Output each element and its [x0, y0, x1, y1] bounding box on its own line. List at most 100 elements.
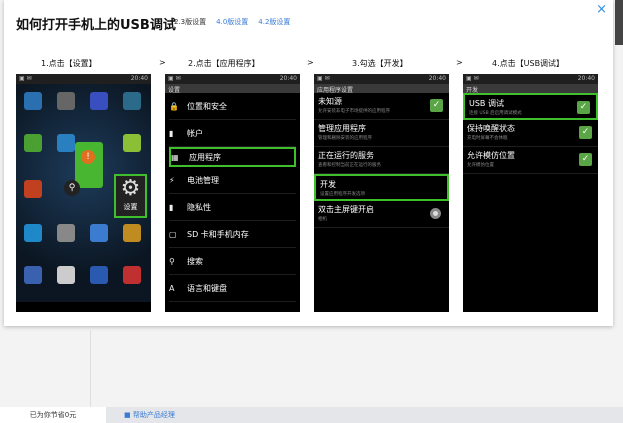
- savings-text: 已为你节省0元: [0, 407, 106, 423]
- settings-item[interactable]: ⚡ 电池管理: [169, 167, 296, 194]
- settings-item-label: 语言和键盘: [187, 283, 227, 293]
- settings-item-label: 电池管理: [187, 175, 219, 185]
- option-desc: 设置应用程序开发选项: [320, 192, 365, 197]
- settings-item-label: 位置和安全: [187, 101, 227, 111]
- checkbox[interactable]: ✓: [579, 153, 592, 166]
- option-desc: 查看和控制当前正在运行的服务: [318, 163, 381, 168]
- tab-2-3[interactable]: 2.3版设置: [174, 17, 206, 27]
- close-icon[interactable]: ×: [596, 2, 607, 17]
- app-icon: [123, 92, 141, 110]
- settings-list: 🔒 位置和安全 ▮ 帐户 ▦ 应用程序 ⚡ 电池管理 ▮ 隐私性 ▢ SD 卡和手机内存 ⚲ 搜索 A 语言和…: [165, 93, 300, 302]
- settings-item[interactable]: ▮ 帐户: [169, 120, 296, 147]
- app-icon: [123, 134, 141, 152]
- settings-item-label: 应用程序: [189, 152, 221, 162]
- settings-item[interactable]: ▢ SD 卡和手机内存: [169, 221, 296, 248]
- option-title: 未知源: [318, 97, 342, 106]
- option-item[interactable]: 未知源允许安装非电子市场提供的应用程序 ✓: [314, 93, 449, 120]
- app-icon: [90, 92, 108, 110]
- option-title: 保持唤醒状态: [467, 124, 515, 133]
- radio-button[interactable]: [430, 208, 441, 219]
- privacy-icon: ▮: [169, 202, 174, 212]
- scrollbar[interactable]: [615, 0, 623, 45]
- arrow-icon: >: [307, 58, 314, 67]
- app-settings-list: 未知源 允许安装非电子市场提供的应用程序 ✓ 管理应用程序 管理和删除安装的应用程序 正在…: [314, 93, 449, 228]
- option-item[interactable]: 保持唤醒状态充电时屏幕不会休眠 ✓: [463, 120, 598, 147]
- search-icon: ⚲: [64, 180, 80, 196]
- search-icon: ⚲: [169, 256, 175, 266]
- settings-app-highlight[interactable]: ⚙ 设置: [114, 174, 147, 218]
- settings-item-label: 隐私性: [187, 202, 211, 212]
- feedback-link[interactable]: ■ 帮助产品经理: [124, 407, 175, 423]
- app-icon: [90, 266, 108, 284]
- app-icon: [24, 266, 42, 284]
- app-icon: [57, 224, 75, 242]
- step-4-label: 4.点击【USB调试】: [492, 59, 565, 68]
- settings-app-label: 设置: [123, 203, 138, 211]
- screen-header: 设置: [165, 84, 300, 94]
- phone-screen-app-settings: ▣ ✉ 20:40 应用程序设置 未知源允许安装非电子市场提供的应用程序 ✓ 管理应用…: [314, 74, 449, 312]
- option-title: 允许模仿位置: [467, 151, 515, 160]
- tab-4-2[interactable]: 4.2版设置: [258, 17, 290, 27]
- app-icon: [24, 180, 42, 198]
- tab-4-0[interactable]: 4.0版设置: [216, 17, 248, 27]
- option-desc: 连接 USB 后启用调试模式: [469, 111, 522, 116]
- screen-header: 应用程序设置: [314, 84, 449, 94]
- arrow-icon: >: [456, 58, 463, 67]
- status-bar: ▣ ✉ 20:40: [463, 74, 598, 84]
- option-item[interactable]: USB 调试连接 USB 后启用调试模式 ✓: [463, 93, 598, 120]
- settings-item[interactable]: ⚲ 搜索: [169, 248, 296, 275]
- app-icon: [123, 266, 141, 284]
- app-icon: [57, 134, 75, 152]
- app-icon: [24, 224, 42, 242]
- settings-item-label: SD 卡和手机内存: [187, 229, 249, 239]
- apps-icon: ▦: [171, 152, 179, 162]
- option-item[interactable]: 管理应用程序 管理和删除安装的应用程序: [314, 120, 449, 147]
- option-desc: 允许安装非电子市场提供的应用程序: [318, 109, 390, 114]
- settings-item[interactable]: ▮ 隐私性: [169, 194, 296, 221]
- app-icon: [57, 266, 75, 284]
- phone-screen-development: ▣ ✉ 20:40 开发 USB 调试 连接 USB 后启用调试模式 ✓ 保持唤醒状态充…: [463, 74, 598, 312]
- usb-debug-dialog: × 如何打开手机上的USB调试 2.3版设置 4.0版设置 4.2版设置 1.点…: [4, 0, 613, 326]
- checkbox[interactable]: ✓: [430, 99, 443, 112]
- option-item[interactable]: 正在运行的服务查看和控制当前正在运行的服务: [314, 147, 449, 174]
- status-bar: ▣ ✉ 20:40: [16, 74, 151, 84]
- checkbox[interactable]: ✓: [577, 101, 590, 114]
- settings-item[interactable]: 🔒 位置和安全: [169, 93, 296, 120]
- settings-item-label: 帐户: [187, 128, 203, 138]
- page: × 如何打开手机上的USB调试 2.3版设置 4.0版设置 4.2版设置 1.点…: [0, 0, 623, 423]
- status-bar: ▣ ✉ 20:40: [314, 74, 449, 84]
- app-icon: [57, 92, 75, 110]
- status-bar: ▣ ✉ 20:40: [165, 74, 300, 84]
- settings-item[interactable]: ▦ 应用程序: [169, 147, 296, 167]
- checkbox[interactable]: ✓: [579, 126, 592, 139]
- option-item[interactable]: 双击主屏键开启 相机: [314, 201, 449, 228]
- step-2-label: 2.点击【应用程序】: [188, 59, 260, 68]
- option-desc: 管理和删除安装的应用程序: [318, 136, 372, 141]
- screen-header: 开发: [463, 84, 598, 94]
- option-item[interactable]: 开发 设置应用程序开发选项: [314, 174, 449, 201]
- step-3-label: 3.勾选【开发】: [352, 59, 408, 68]
- option-title: USB 调试: [469, 99, 504, 108]
- market-icon: !: [75, 142, 103, 188]
- app-icon: [24, 134, 42, 152]
- app-icon: [123, 224, 141, 242]
- sdcard-icon: ▢: [169, 229, 177, 239]
- footer-bar: 已为你节省0元 ■ 帮助产品经理: [0, 407, 623, 423]
- option-item[interactable]: 允许模仿位置 允许模仿位置 ✓: [463, 147, 598, 174]
- app-grid: ! ⚲ ⚙ 设置: [16, 84, 151, 302]
- development-list: USB 调试 连接 USB 后启用调试模式 ✓ 保持唤醒状态 充电时屏幕不会休眠 ✓ 允许模…: [463, 93, 598, 174]
- gear-icon: ⚙: [120, 176, 141, 201]
- app-icon: [90, 224, 108, 242]
- app-icon: [24, 92, 42, 110]
- divider: [90, 330, 91, 407]
- account-icon: ▮: [169, 128, 174, 138]
- phone-screen-home: ▣ ✉ 20:40 ! ⚲ ⚙ 设置: [16, 74, 151, 312]
- option-title: 正在运行的服务: [318, 151, 374, 160]
- option-desc: 允许模仿位置: [467, 163, 494, 168]
- step-labels: 1.点击【设置】 > 2.点击【应用程序】 > 3.勾选【开发】 > 4.点击【…: [16, 58, 606, 68]
- lock-icon: 🔒: [169, 101, 179, 111]
- settings-item[interactable]: A 语言和键盘: [169, 275, 296, 302]
- version-tabs: 2.3版设置 4.0版设置 4.2版设置: [174, 17, 290, 27]
- option-desc: 充电时屏幕不会休眠: [467, 136, 508, 141]
- option-desc: 相机: [318, 217, 327, 222]
